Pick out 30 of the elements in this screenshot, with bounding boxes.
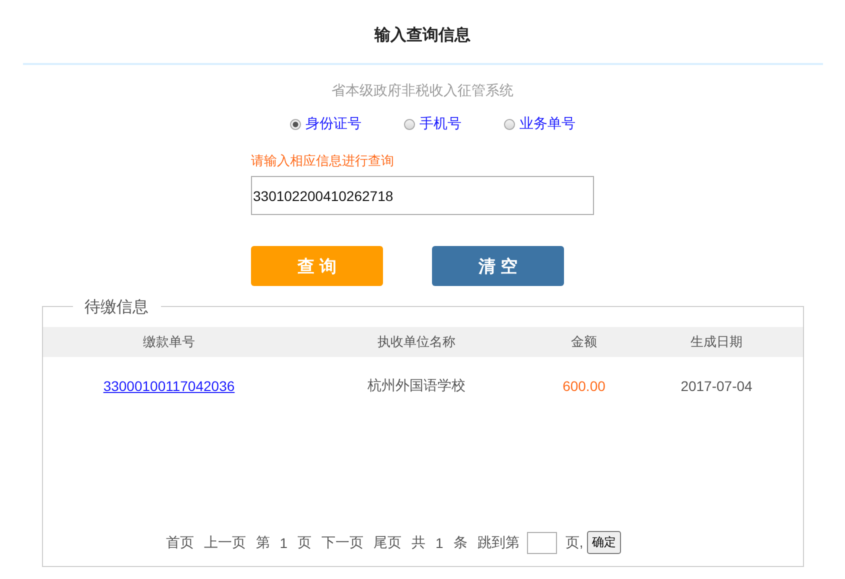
pager-text: 跳到第 xyxy=(477,534,520,552)
table-cell: 杭州外国语学校 xyxy=(368,377,466,393)
pager-text: 页, xyxy=(565,534,584,552)
page-title: 输入查询信息 xyxy=(374,25,470,46)
pager-link[interactable]: 尾页 xyxy=(374,534,402,552)
query-type-radio[interactable]: 手机号 xyxy=(404,115,462,133)
hint-text: 请输入相应信息进行查询 xyxy=(251,152,395,170)
pager-text: 1 xyxy=(436,534,444,550)
table-cell: 2017-07-04 xyxy=(680,378,752,394)
column-header: 金额 xyxy=(570,333,598,351)
column-header: 生成日期 xyxy=(690,333,744,351)
query-type-radio[interactable]: 业务单号 xyxy=(504,115,576,133)
pager-text: 1 xyxy=(280,534,288,550)
pager-text: 条 xyxy=(453,534,468,552)
query-input[interactable]: 330102200410262718 xyxy=(251,176,594,215)
column-header: 执收单位名称 xyxy=(376,333,456,351)
bill-number-link[interactable]: 33000100117042036 xyxy=(103,378,235,394)
confirm-button[interactable]: 确定 xyxy=(587,531,622,554)
system-name: 省本级政府非税收入征管系统 xyxy=(332,82,514,100)
pager-text: 第 xyxy=(256,534,270,552)
pager-link[interactable]: 首页 xyxy=(166,534,194,552)
column-header: 缴款单号 xyxy=(142,333,196,351)
pager-text: 共 xyxy=(412,534,426,552)
page-input[interactable] xyxy=(527,532,558,554)
table-cell: 600.00 xyxy=(562,378,606,394)
query-type-radio[interactable]: 身份证号 xyxy=(290,115,362,133)
clear-button[interactable]: 清 空 xyxy=(432,246,564,286)
pager-link[interactable]: 下一页 xyxy=(322,534,364,552)
pager-text: 页 xyxy=(298,534,312,552)
pager-link[interactable]: 上一页 xyxy=(204,534,246,552)
